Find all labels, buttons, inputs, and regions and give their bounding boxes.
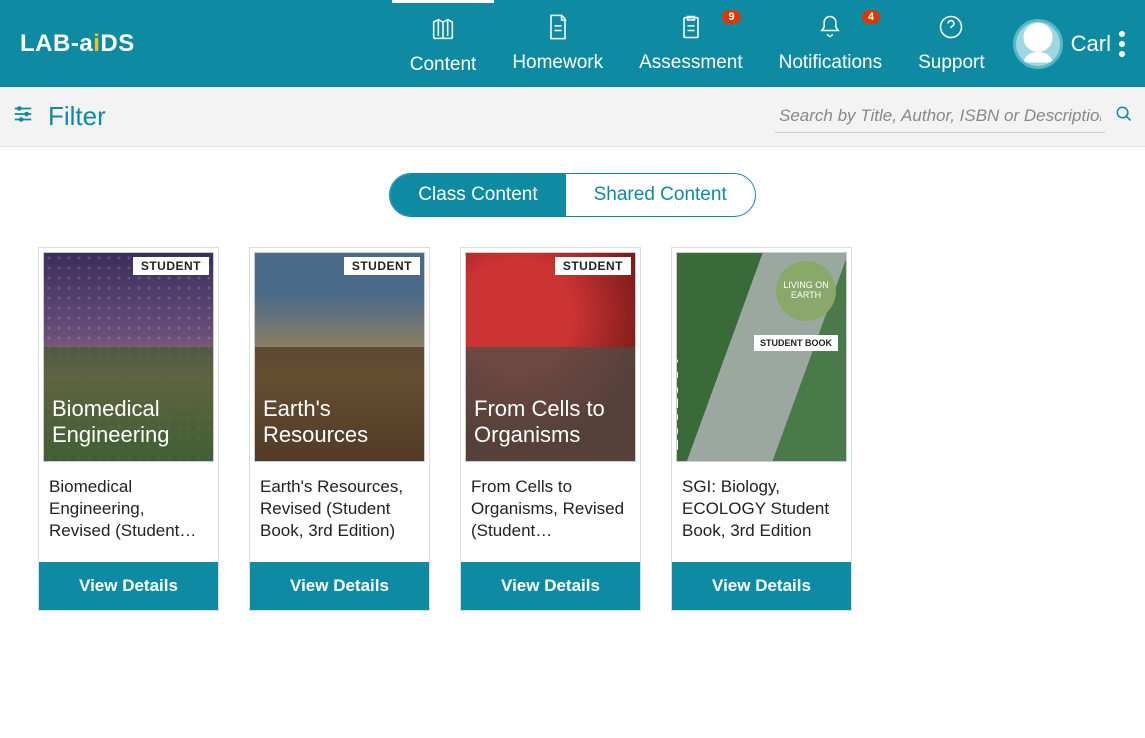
nav-assessment[interactable]: 9 Assessment	[621, 0, 760, 87]
user-menu[interactable]: Carl	[1013, 19, 1125, 69]
nav-homework[interactable]: Homework	[494, 0, 621, 87]
cover-title: From Cells to Organisms	[466, 386, 635, 461]
student-tag: STUDENT	[344, 257, 420, 275]
sliders-icon	[12, 103, 34, 130]
cover-title: Biomedical Engineering	[44, 386, 213, 461]
logo-text: -	[71, 30, 80, 58]
content-toggle: Class Content Shared Content	[0, 173, 1145, 217]
view-details-button[interactable]: View Details	[461, 562, 640, 610]
filter-button[interactable]: Filter	[12, 101, 106, 132]
view-details-button[interactable]: View Details	[672, 562, 851, 610]
student-tag: STUDENT	[555, 257, 631, 275]
content-card: STUDENT Biomedical Engineering Biomedica…	[38, 247, 219, 611]
avatar	[1013, 19, 1063, 69]
help-icon	[937, 13, 965, 46]
logo-text: DS	[100, 30, 134, 58]
nav-label: Notifications	[779, 52, 883, 74]
toggle-pill: Class Content Shared Content	[389, 173, 755, 217]
content-card: STUDENT Earth's Resources Earth's Resour…	[249, 247, 430, 611]
nav-label: Content	[410, 54, 477, 76]
student-tag: STUDENT	[133, 257, 209, 275]
filter-label: Filter	[48, 101, 106, 132]
app-header: LAB-aiDS Content Homework 9 Assessment 4	[0, 0, 1145, 87]
filter-bar: Filter	[0, 87, 1145, 147]
nav-label: Assessment	[639, 52, 742, 74]
cover-vertical-text: ECOLOGY	[676, 354, 683, 451]
card-title: From Cells to Organisms, Revised (Studen…	[465, 462, 636, 554]
book-cover[interactable]: STUDENT From Cells to Organisms	[465, 252, 636, 462]
nav-label: Support	[918, 52, 985, 74]
card-title: Earth's Resources, Revised (Student Book…	[254, 462, 425, 554]
badge: 4	[862, 10, 880, 24]
cover-title: Earth's Resources	[255, 386, 424, 461]
logo: LAB-aiDS	[20, 30, 135, 58]
nav-support[interactable]: Support	[900, 0, 1003, 87]
main-nav: Content Homework 9 Assessment 4 Notifica…	[392, 0, 1003, 87]
logo-text: LAB	[20, 30, 71, 58]
card-title: Biomedical Engineering, Revised (Student…	[43, 462, 214, 554]
book-cover[interactable]: STUDENT Biomedical Engineering	[43, 252, 214, 462]
view-details-button[interactable]: View Details	[250, 562, 429, 610]
tab-shared-content[interactable]: Shared Content	[566, 174, 755, 216]
clipboard-icon	[677, 13, 705, 46]
card-title: SGI: Biology, ECOLOGY Student Book, 3rd …	[676, 462, 847, 554]
view-details-button[interactable]: View Details	[39, 562, 218, 610]
content-icon	[429, 15, 457, 48]
more-icon	[1119, 31, 1125, 57]
nav-notifications[interactable]: 4 Notifications	[761, 0, 901, 87]
username: Carl	[1071, 31, 1111, 57]
cover-badge-rect: STUDENT BOOK	[754, 335, 838, 351]
nav-content[interactable]: Content	[392, 0, 495, 87]
bell-icon	[816, 13, 844, 46]
nav-label: Homework	[512, 52, 603, 74]
search-input[interactable]	[775, 100, 1105, 133]
book-cover[interactable]: LIVING ON EARTH STUDENT BOOK ECOLOGY	[676, 252, 847, 462]
content-card: STUDENT From Cells to Organisms From Cel…	[460, 247, 641, 611]
badge: 9	[722, 10, 740, 24]
cover-badge-circle: LIVING ON EARTH	[776, 261, 836, 321]
document-icon	[544, 13, 572, 46]
logo-text: a	[79, 30, 93, 58]
search-wrap	[775, 100, 1133, 133]
content-grid: STUDENT Biomedical Engineering Biomedica…	[0, 247, 1145, 651]
tab-class-content[interactable]: Class Content	[390, 174, 565, 216]
content-card: LIVING ON EARTH STUDENT BOOK ECOLOGY SGI…	[671, 247, 852, 611]
search-icon[interactable]	[1115, 105, 1133, 128]
book-cover[interactable]: STUDENT Earth's Resources	[254, 252, 425, 462]
logo-text: i	[93, 30, 100, 58]
